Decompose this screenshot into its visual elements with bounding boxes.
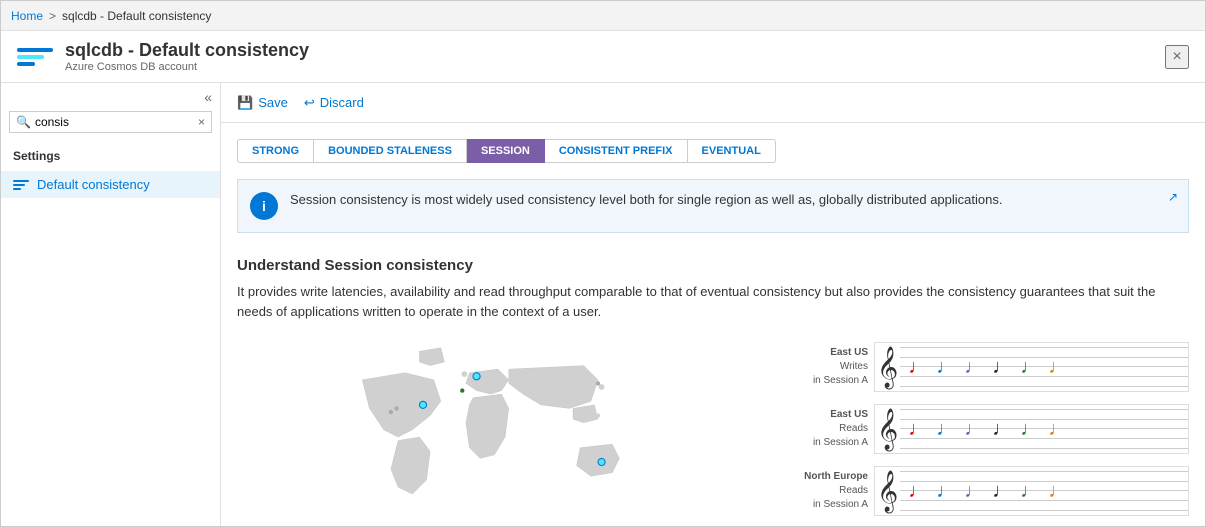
note-3-2: ♩	[936, 481, 956, 501]
type-label-3: Reads	[839, 485, 868, 496]
note-1-1: ♩	[908, 357, 928, 377]
region-label-1: East US	[759, 346, 868, 360]
staff-lines-3: ♩ ♩ ♩ ♩ ♩ ♩	[900, 467, 1188, 515]
music-rows: East US Writes in Session A 𝄞	[759, 337, 1189, 526]
note-2-4: ♩	[992, 419, 1012, 439]
staff-lines-2: ♩ ♩ ♩ ♩ ♩ ♩	[900, 405, 1188, 453]
music-visualization: East US Writes in Session A 𝄞	[221, 329, 1205, 526]
staff-lines-1: ♩ ♩ ♩ ♩ ♩ ♩	[900, 343, 1188, 391]
type-label-1: Writes	[840, 361, 868, 372]
region-label-3: North Europe	[759, 470, 868, 484]
info-icon: i	[250, 192, 278, 220]
save-button[interactable]: 💾 Save	[237, 95, 288, 111]
music-label-1: East US Writes in Session A	[759, 346, 874, 388]
note-2-2: ♩	[936, 419, 956, 439]
consistency-selector: STRONG BOUNDED STALENESS SESSION CONSIST…	[221, 123, 1205, 171]
collapse-button[interactable]: «	[204, 89, 212, 105]
page-title: sqlcdb - Default consistency	[65, 40, 309, 61]
note-1-4: ♩	[992, 357, 1012, 377]
breadcrumb-bar: Home > sqlcdb - Default consistency	[1, 1, 1205, 31]
main-layout: « 🔍 × Settings Default consistency	[1, 83, 1205, 526]
sidebar-item-default-consistency[interactable]: Default consistency	[1, 171, 220, 198]
info-box: i Session consistency is most widely use…	[237, 179, 1189, 233]
note-1-5: ♩	[1020, 357, 1040, 377]
breadcrumb-sep: >	[49, 9, 56, 23]
breadcrumb-home[interactable]: Home	[11, 9, 43, 23]
note-2-5: ♩	[1020, 419, 1040, 439]
title-left: sqlcdb - Default consistency Azure Cosmo…	[17, 39, 309, 75]
type-label-2: Reads	[839, 423, 868, 434]
music-row-north-europe: North Europe Reads in Session A 𝄞	[759, 461, 1189, 521]
music-label-3: North Europe Reads in Session A	[759, 470, 874, 512]
discard-icon: ↩	[304, 95, 315, 111]
consistency-eventual[interactable]: EVENTUAL	[688, 139, 776, 163]
external-link-icon[interactable]: ↗	[1168, 190, 1178, 204]
session-label-3: in Session A	[813, 499, 868, 510]
notes-3: ♩ ♩ ♩ ♩ ♩ ♩	[900, 467, 1188, 515]
icon-bar-1	[17, 48, 53, 52]
discard-button[interactable]: ↩ Discard	[304, 95, 364, 111]
toolbar: 💾 Save ↩ Discard	[221, 83, 1205, 123]
music-row-east-us-reads: East US Reads in Session A 𝄞	[759, 399, 1189, 459]
staff-1: 𝄞 ♩	[874, 342, 1189, 392]
content-area: 💾 Save ↩ Discard STRONG BOUNDED STALENES…	[221, 83, 1205, 526]
note-3-4: ♩	[992, 481, 1012, 501]
description-heading: Understand Session consistency	[237, 257, 1189, 274]
world-map-svg	[237, 337, 759, 526]
title-bar: sqlcdb - Default consistency Azure Cosmo…	[1, 31, 1205, 83]
note-1-6: ♩	[1048, 357, 1068, 377]
note-3-3: ♩	[964, 481, 984, 501]
note-1-3: ♩	[964, 357, 984, 377]
staff-2: 𝄞 ♩	[874, 404, 1189, 454]
staff-3: 𝄞 ♩	[874, 466, 1189, 516]
clef-3: 𝄞	[877, 473, 898, 509]
sidebar-collapse: «	[1, 83, 220, 111]
session-label-2: in Session A	[813, 437, 868, 448]
session-label-1: in Session A	[813, 375, 868, 386]
search-icon: 🔍	[16, 115, 31, 129]
note-3-6: ♩	[1048, 481, 1068, 501]
breadcrumb-current: sqlcdb - Default consistency	[62, 9, 211, 23]
note-3-5: ♩	[1020, 481, 1040, 501]
icon-bar-2	[17, 55, 44, 59]
world-map	[237, 337, 759, 526]
main-window: Home > sqlcdb - Default consistency sqlc…	[0, 0, 1206, 527]
note-3-1: ♩	[908, 481, 928, 501]
close-button[interactable]: ×	[1165, 45, 1189, 69]
clef-2: 𝄞	[877, 411, 898, 447]
title-text: sqlcdb - Default consistency Azure Cosmo…	[65, 40, 309, 73]
note-2-6: ♩	[1048, 419, 1068, 439]
sidebar-section-label: Settings	[1, 141, 220, 171]
note-1-2: ♩	[936, 357, 956, 377]
search-box: 🔍 ×	[9, 111, 212, 133]
note-2-1: ♩	[908, 419, 928, 439]
consistency-session[interactable]: SESSION	[467, 139, 545, 163]
discard-label: Discard	[320, 95, 364, 110]
consistency-icon	[13, 180, 29, 190]
music-row-australia: Australia Southeast Reads in Session B 𝄞	[759, 523, 1189, 526]
consistency-consistent-prefix[interactable]: CONSISTENT PREFIX	[545, 139, 688, 163]
consistency-bounded-staleness[interactable]: BOUNDED STALENESS	[314, 139, 467, 163]
search-clear-button[interactable]: ×	[198, 115, 205, 129]
music-row-east-us-writes: East US Writes in Session A 𝄞	[759, 337, 1189, 397]
sidebar-item-label: Default consistency	[37, 177, 150, 192]
consistency-strong[interactable]: STRONG	[237, 139, 314, 163]
cosmos-icon	[17, 39, 53, 75]
notes-1: ♩ ♩ ♩ ♩ ♩ ♩	[900, 343, 1188, 391]
description-body: It provides write latencies, availabilit…	[237, 282, 1189, 321]
icon-bar-3	[17, 62, 35, 66]
page-subtitle: Azure Cosmos DB account	[65, 61, 309, 73]
breadcrumb: Home > sqlcdb - Default consistency	[11, 9, 211, 23]
search-input[interactable]	[35, 115, 198, 129]
notes-2: ♩ ♩ ♩ ♩ ♩ ♩	[900, 405, 1188, 453]
info-text: Session consistency is most widely used …	[290, 192, 1176, 207]
clef-1: 𝄞	[877, 349, 898, 385]
note-2-3: ♩	[964, 419, 984, 439]
region-label-2: East US	[759, 408, 868, 422]
music-label-2: East US Reads in Session A	[759, 408, 874, 450]
sidebar: « 🔍 × Settings Default consistency	[1, 83, 221, 526]
description-section: Understand Session consistency It provid…	[221, 241, 1205, 329]
save-label: Save	[258, 95, 288, 110]
save-icon: 💾	[237, 95, 253, 111]
